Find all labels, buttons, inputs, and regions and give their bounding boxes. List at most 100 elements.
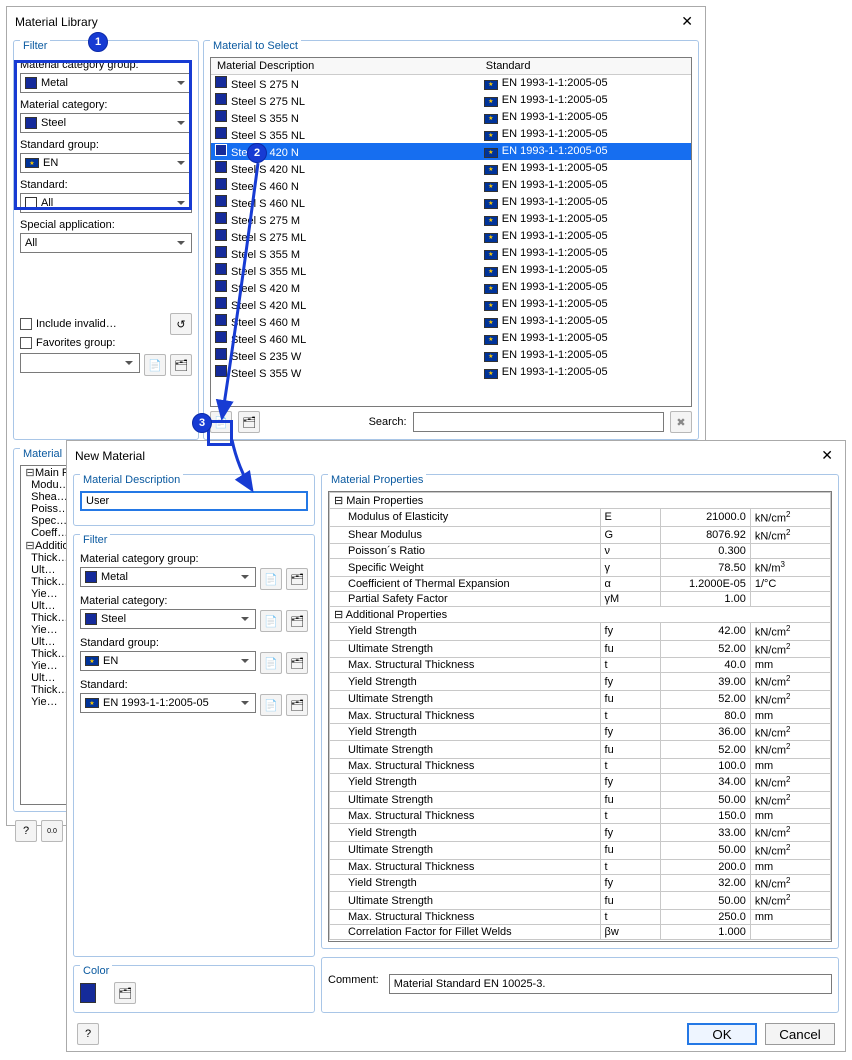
table-row[interactable]: Steel S 460 N★EN 1993-1-1:2005-05 — [211, 177, 691, 194]
edit-color-button[interactable]: 🗂 — [114, 982, 136, 1004]
swatch-icon — [25, 197, 37, 209]
edit-button[interactable]: 🗂 — [286, 568, 308, 590]
table-row[interactable]: Steel S 420 ML★EN 1993-1-1:2005-05 — [211, 296, 691, 313]
include-invalid-checkbox[interactable]: Include invalid… — [20, 318, 117, 330]
reset-filter-button[interactable]: ↺ — [170, 313, 192, 335]
std-combo[interactable]: All — [20, 193, 192, 213]
help-button[interactable]: ? — [77, 1023, 99, 1045]
mcat-value: Steel — [101, 613, 126, 625]
desc-input[interactable] — [80, 491, 308, 511]
table-row[interactable]: Steel S 275 ML★EN 1993-1-1:2005-05 — [211, 228, 691, 245]
table-row[interactable]: Yield Strengthfy42.00kN/cm2 — [330, 622, 831, 640]
table-row[interactable]: Steel S 235 W★EN 1993-1-1:2005-05 — [211, 347, 691, 364]
table-row[interactable]: Shear ModulusG8076.92kN/cm2 — [330, 526, 831, 544]
table-row[interactable]: Ultimate Strengthfu52.00kN/cm2 — [330, 640, 831, 658]
table-row[interactable]: Partial Safety FactorγM1.00 — [330, 591, 831, 606]
mcat-combo[interactable]: Steel — [20, 113, 192, 133]
table-row[interactable]: Ultimate Strengthfu52.00kN/cm2 — [330, 741, 831, 759]
std-combo[interactable]: ★ EN 1993-1-1:2005-05 — [80, 693, 256, 713]
table-row[interactable]: Coefficient of Thermal Expansionα1.2000E… — [330, 576, 831, 591]
search-input[interactable] — [413, 412, 664, 432]
spec-label: Special application: — [20, 219, 192, 231]
props-table[interactable]: ⊟ Main PropertiesModulus of ElasticityE2… — [328, 491, 832, 942]
table-row[interactable]: Steel S 460 NL★EN 1993-1-1:2005-05 — [211, 194, 691, 211]
edit-button[interactable]: 🗂 — [286, 610, 308, 632]
mcat-combo[interactable]: Steel — [80, 609, 256, 629]
table-row[interactable]: Ultimate Strengthfu50.00kN/cm2 — [330, 791, 831, 809]
table-row[interactable]: Steel S 355 M★EN 1993-1-1:2005-05 — [211, 245, 691, 262]
table-row[interactable]: Steel S 420 M★EN 1993-1-1:2005-05 — [211, 279, 691, 296]
table-row[interactable]: Steel S 355 ML★EN 1993-1-1:2005-05 — [211, 262, 691, 279]
std-label: Standard: — [80, 679, 308, 691]
eu-flag-icon: ★ — [85, 656, 99, 666]
units-button[interactable]: 0.0 — [41, 820, 63, 842]
material-list[interactable]: Material Description Standard Steel S 27… — [210, 57, 692, 407]
table-row[interactable]: Steel S 420 N★EN 1993-1-1:2005-05 — [211, 143, 691, 160]
swatch-icon — [85, 613, 97, 625]
edit-button[interactable]: 🗂 — [286, 652, 308, 674]
props-legend: Material Properties — [328, 474, 426, 486]
sgroup-combo[interactable]: ★ EN — [20, 153, 192, 173]
new-button[interactable]: 📄 — [260, 610, 282, 632]
filter2-legend: Filter — [80, 534, 110, 546]
table-row[interactable]: Max. Structural Thicknesst150.0mm — [330, 809, 831, 824]
mcgroup-combo[interactable]: Metal — [80, 567, 256, 587]
table-row[interactable]: Max. Structural Thicknesst100.0mm — [330, 758, 831, 773]
table-row[interactable]: Steel S 420 NL★EN 1993-1-1:2005-05 — [211, 160, 691, 177]
ok-button[interactable]: OK — [687, 1023, 757, 1045]
new-button[interactable]: 📄 — [260, 694, 282, 716]
table-row[interactable]: Steel S 355 NL★EN 1993-1-1:2005-05 — [211, 126, 691, 143]
table-row[interactable]: Steel S 460 ML★EN 1993-1-1:2005-05 — [211, 330, 691, 347]
col-desc[interactable]: Material Description — [211, 58, 480, 75]
table-row[interactable]: Max. Structural Thicknesst80.0mm — [330, 708, 831, 723]
new-button[interactable]: 📄 — [260, 652, 282, 674]
comment-input[interactable] — [389, 974, 832, 994]
new-material-button[interactable]: 📄 — [210, 411, 232, 433]
clear-search-button[interactable]: ✖ — [670, 411, 692, 433]
table-row[interactable]: Ultimate Strengthfu50.00kN/cm2 — [330, 892, 831, 910]
favorites-combo[interactable] — [20, 353, 140, 373]
table-row[interactable]: Yield Strengthfy32.00kN/cm2 — [330, 874, 831, 892]
std-label: Standard: — [20, 179, 192, 191]
color-swatch[interactable] — [80, 983, 96, 1003]
table-row[interactable]: Steel S 275 M★EN 1993-1-1:2005-05 — [211, 211, 691, 228]
mcat-label: Material category: — [20, 99, 192, 111]
table-row[interactable]: Steel S 275 N★EN 1993-1-1:2005-05 — [211, 75, 691, 93]
include-invalid-label: Include invalid… — [36, 318, 117, 330]
table-row[interactable]: Max. Structural Thicknesst40.0mm — [330, 658, 831, 673]
table-row[interactable]: Poisson´s Ratioν0.300 — [330, 544, 831, 559]
col-std[interactable]: Standard — [480, 58, 677, 75]
table-row[interactable]: Max. Structural Thicknesst250.0mm — [330, 909, 831, 924]
table-row[interactable]: Yield Strengthfy39.00kN/cm2 — [330, 673, 831, 691]
edit-button[interactable]: 🗂 — [286, 694, 308, 716]
mcgroup-label: Material category group: — [80, 553, 308, 565]
close-icon[interactable]: ✕ — [817, 447, 837, 464]
table-row[interactable]: Correlation Factor for Fillet Weldsβw1.0… — [330, 924, 831, 939]
table-row[interactable]: Steel S 460 M★EN 1993-1-1:2005-05 — [211, 313, 691, 330]
table-row[interactable]: Ultimate Strengthfu52.00kN/cm2 — [330, 690, 831, 708]
table-row[interactable]: Max. Structural Thicknesst200.0mm — [330, 859, 831, 874]
table-row[interactable]: Steel S 355 N★EN 1993-1-1:2005-05 — [211, 109, 691, 126]
new-fav-button[interactable]: 📄 — [144, 354, 166, 376]
table-row[interactable]: Steel S 355 W★EN 1993-1-1:2005-05 — [211, 364, 691, 381]
edit-fav-button[interactable]: 🗂 — [170, 354, 192, 376]
close-icon[interactable]: ✕ — [677, 13, 697, 30]
mcgroup-combo[interactable]: Metal — [20, 73, 192, 93]
favorites-checkbox[interactable]: Favorites group: — [20, 337, 192, 349]
help-button[interactable]: ? — [15, 820, 37, 842]
edit-material-button[interactable]: 🗂 — [238, 411, 260, 433]
mcat-label: Material category: — [80, 595, 308, 607]
table-row[interactable]: Yield Strengthfy34.00kN/cm2 — [330, 773, 831, 791]
table-row[interactable]: Ultimate Strengthfu50.00kN/cm2 — [330, 841, 831, 859]
table-row[interactable]: Specific Weightγ78.50kN/m3 — [330, 559, 831, 577]
desc-legend: Material Description — [80, 474, 183, 486]
sgroup-combo[interactable]: ★ EN — [80, 651, 256, 671]
table-row[interactable]: Steel S 275 NL★EN 1993-1-1:2005-05 — [211, 92, 691, 109]
table-row[interactable]: Modulus of ElasticityE21000.0kN/cm2 — [330, 509, 831, 527]
favorites-label: Favorites group: — [36, 337, 115, 349]
table-row[interactable]: Yield Strengthfy36.00kN/cm2 — [330, 723, 831, 741]
table-row[interactable]: Yield Strengthfy33.00kN/cm2 — [330, 824, 831, 842]
new-button[interactable]: 📄 — [260, 568, 282, 590]
spec-combo[interactable]: All — [20, 233, 192, 253]
cancel-button[interactable]: Cancel — [765, 1023, 835, 1045]
